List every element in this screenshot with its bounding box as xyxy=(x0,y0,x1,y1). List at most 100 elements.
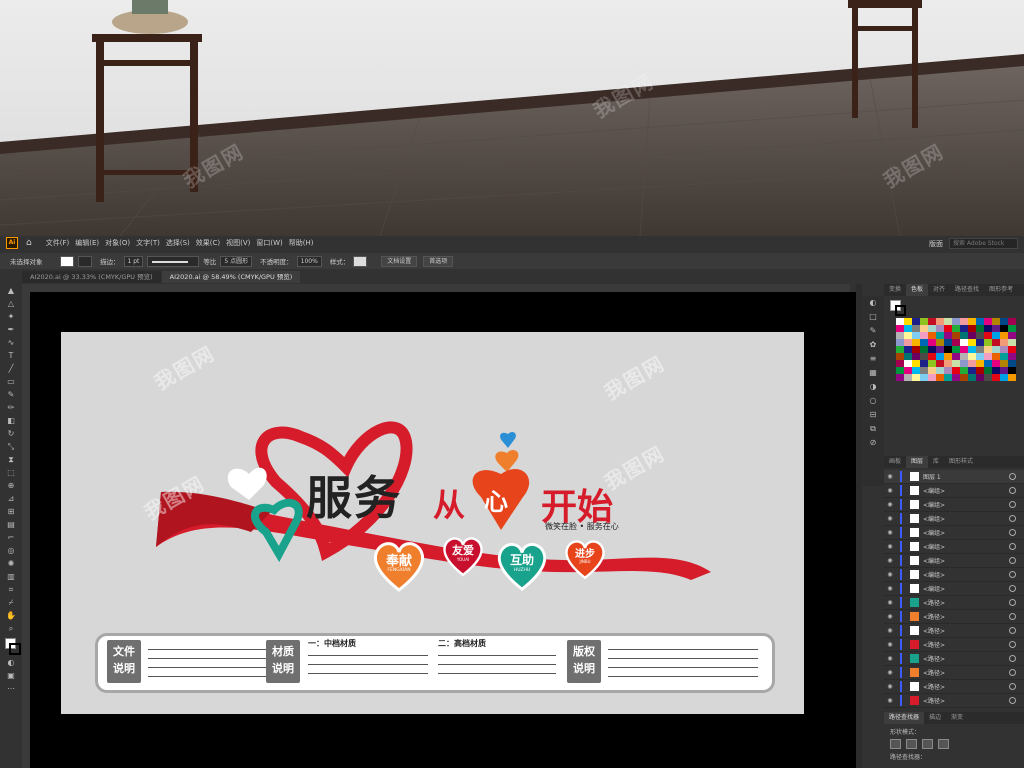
color-swatch[interactable] xyxy=(920,346,928,353)
layer-row[interactable]: ◉ <编组> xyxy=(884,540,1024,554)
layer-row[interactable]: ◉ <路径> xyxy=(884,652,1024,666)
zoom-tool-icon[interactable]: ⌕ xyxy=(4,623,18,635)
color-swatch[interactable] xyxy=(920,339,928,346)
color-swatch[interactable] xyxy=(896,318,904,325)
eye-icon[interactable]: ◉ xyxy=(884,627,896,634)
color-swatch[interactable] xyxy=(992,367,1000,374)
color-swatch[interactable] xyxy=(904,374,912,381)
tab-stroke[interactable]: 描边 xyxy=(924,712,946,724)
color-swatch[interactable] xyxy=(952,332,960,339)
color-swatch[interactable] xyxy=(944,318,952,325)
brush-icon[interactable]: ✎ xyxy=(862,324,884,338)
target-icon[interactable] xyxy=(1009,557,1016,564)
color-swatch[interactable] xyxy=(928,339,936,346)
color-swatch[interactable] xyxy=(920,360,928,367)
color-swatch[interactable] xyxy=(944,374,952,381)
target-icon[interactable] xyxy=(1009,613,1016,620)
color-swatch[interactable] xyxy=(936,346,944,353)
color-swatch[interactable] xyxy=(968,360,976,367)
transparency-icon[interactable]: ◑ xyxy=(862,380,884,394)
brush-definition[interactable]: 5 点圆形 xyxy=(220,255,253,267)
color-swatch[interactable] xyxy=(936,367,944,374)
menu-help[interactable]: 帮助(H) xyxy=(289,238,314,248)
eye-icon[interactable]: ◉ xyxy=(884,473,896,480)
color-swatch[interactable] xyxy=(928,367,936,374)
color-swatch[interactable] xyxy=(976,332,984,339)
color-swatch[interactable] xyxy=(896,346,904,353)
color-swatch[interactable] xyxy=(1008,367,1016,374)
doc-tab-2[interactable]: AI2020.ai @ 58.49% (CMYK/GPU 预览) xyxy=(161,271,301,283)
color-swatch[interactable] xyxy=(936,332,944,339)
color-swatch[interactable] xyxy=(976,346,984,353)
tab-pathfinder[interactable]: 路径查找 xyxy=(950,284,984,296)
menu-type[interactable]: 文字(T) xyxy=(136,238,160,248)
stroke-icon[interactable]: ≡ xyxy=(862,352,884,366)
layer-row[interactable]: ◉ <编组> xyxy=(884,582,1024,596)
target-icon[interactable] xyxy=(1009,571,1016,578)
eye-icon[interactable]: ◉ xyxy=(884,613,896,620)
slice-tool-icon[interactable]: ⌿ xyxy=(4,597,18,609)
layer-row[interactable]: ◉ <编组> xyxy=(884,512,1024,526)
eye-icon[interactable]: ◉ xyxy=(884,655,896,662)
color-swatch[interactable] xyxy=(1000,360,1008,367)
pathfinder-icon[interactable]: ⧉ xyxy=(862,422,884,436)
color-swatch[interactable] xyxy=(976,367,984,374)
color-swatch[interactable] xyxy=(1000,346,1008,353)
opacity-input[interactable]: 100% xyxy=(296,255,322,267)
color-swatch[interactable] xyxy=(952,325,960,332)
curvature-tool-icon[interactable]: ∿ xyxy=(4,337,18,349)
eye-icon[interactable]: ◉ xyxy=(884,529,896,536)
scale-tool-icon[interactable]: ⤡ xyxy=(4,441,18,453)
eyedropper-tool-icon[interactable]: ⌐ xyxy=(4,532,18,544)
menu-file[interactable]: 文件(F) xyxy=(46,238,70,248)
tab-transform[interactable]: 变换 xyxy=(884,284,906,296)
preferences-button[interactable]: 首选项 xyxy=(423,255,454,267)
color-swatch[interactable] xyxy=(912,339,920,346)
color-swatch[interactable] xyxy=(976,325,984,332)
gradient-icon[interactable]: ▦ xyxy=(862,366,884,380)
menu-object[interactable]: 对象(O) xyxy=(105,238,130,248)
menu-window[interactable]: 窗口(W) xyxy=(256,238,282,248)
color-swatch[interactable] xyxy=(968,318,976,325)
color-swatch[interactable] xyxy=(952,318,960,325)
color-swatch[interactable] xyxy=(992,360,1000,367)
pen-tool-icon[interactable]: ✒ xyxy=(4,324,18,336)
color-swatch[interactable] xyxy=(904,360,912,367)
color-swatch[interactable] xyxy=(904,346,912,353)
color-swatch[interactable] xyxy=(992,339,1000,346)
tab-swatches[interactable]: 色板 xyxy=(906,284,929,296)
color-swatch[interactable] xyxy=(976,353,984,360)
color-swatch[interactable] xyxy=(968,346,976,353)
rectangle-tool-icon[interactable]: ▭ xyxy=(4,376,18,388)
color-swatch[interactable] xyxy=(1008,325,1016,332)
color-swatch[interactable] xyxy=(952,346,960,353)
color-swatch[interactable] xyxy=(920,318,928,325)
color-swatch[interactable] xyxy=(1000,367,1008,374)
target-icon[interactable] xyxy=(1009,543,1016,550)
width-tool-icon[interactable]: ⧗ xyxy=(4,454,18,466)
color-swatch[interactable] xyxy=(952,367,960,374)
fill-stroke-icon[interactable] xyxy=(4,636,21,656)
workspace-switcher[interactable]: 版面 xyxy=(929,239,943,249)
symbol-sprayer-tool-icon[interactable]: ✺ xyxy=(4,558,18,570)
target-icon[interactable] xyxy=(1009,487,1016,494)
type-tool-icon[interactable]: T xyxy=(4,350,18,362)
perspective-tool-icon[interactable]: ⊿ xyxy=(4,493,18,505)
color-swatch[interactable] xyxy=(960,346,968,353)
eye-icon[interactable]: ◉ xyxy=(884,557,896,564)
target-icon[interactable] xyxy=(1009,655,1016,662)
symbols-icon[interactable]: ✿ xyxy=(862,338,884,352)
color-swatch[interactable] xyxy=(992,318,1000,325)
color-swatch[interactable] xyxy=(944,346,952,353)
stroke-weight-input[interactable]: 1 pt xyxy=(123,255,144,267)
eye-icon[interactable]: ◉ xyxy=(884,501,896,508)
color-swatch[interactable] xyxy=(936,360,944,367)
hand-tool-icon[interactable]: ✋ xyxy=(4,610,18,622)
color-swatch[interactable] xyxy=(968,339,976,346)
color-swatch[interactable] xyxy=(1008,318,1016,325)
color-swatch[interactable] xyxy=(984,346,992,353)
color-swatch[interactable] xyxy=(992,353,1000,360)
color-swatch[interactable] xyxy=(904,325,912,332)
color-swatch[interactable] xyxy=(968,325,976,332)
layer-row[interactable]: ◉ <编组> xyxy=(884,554,1024,568)
